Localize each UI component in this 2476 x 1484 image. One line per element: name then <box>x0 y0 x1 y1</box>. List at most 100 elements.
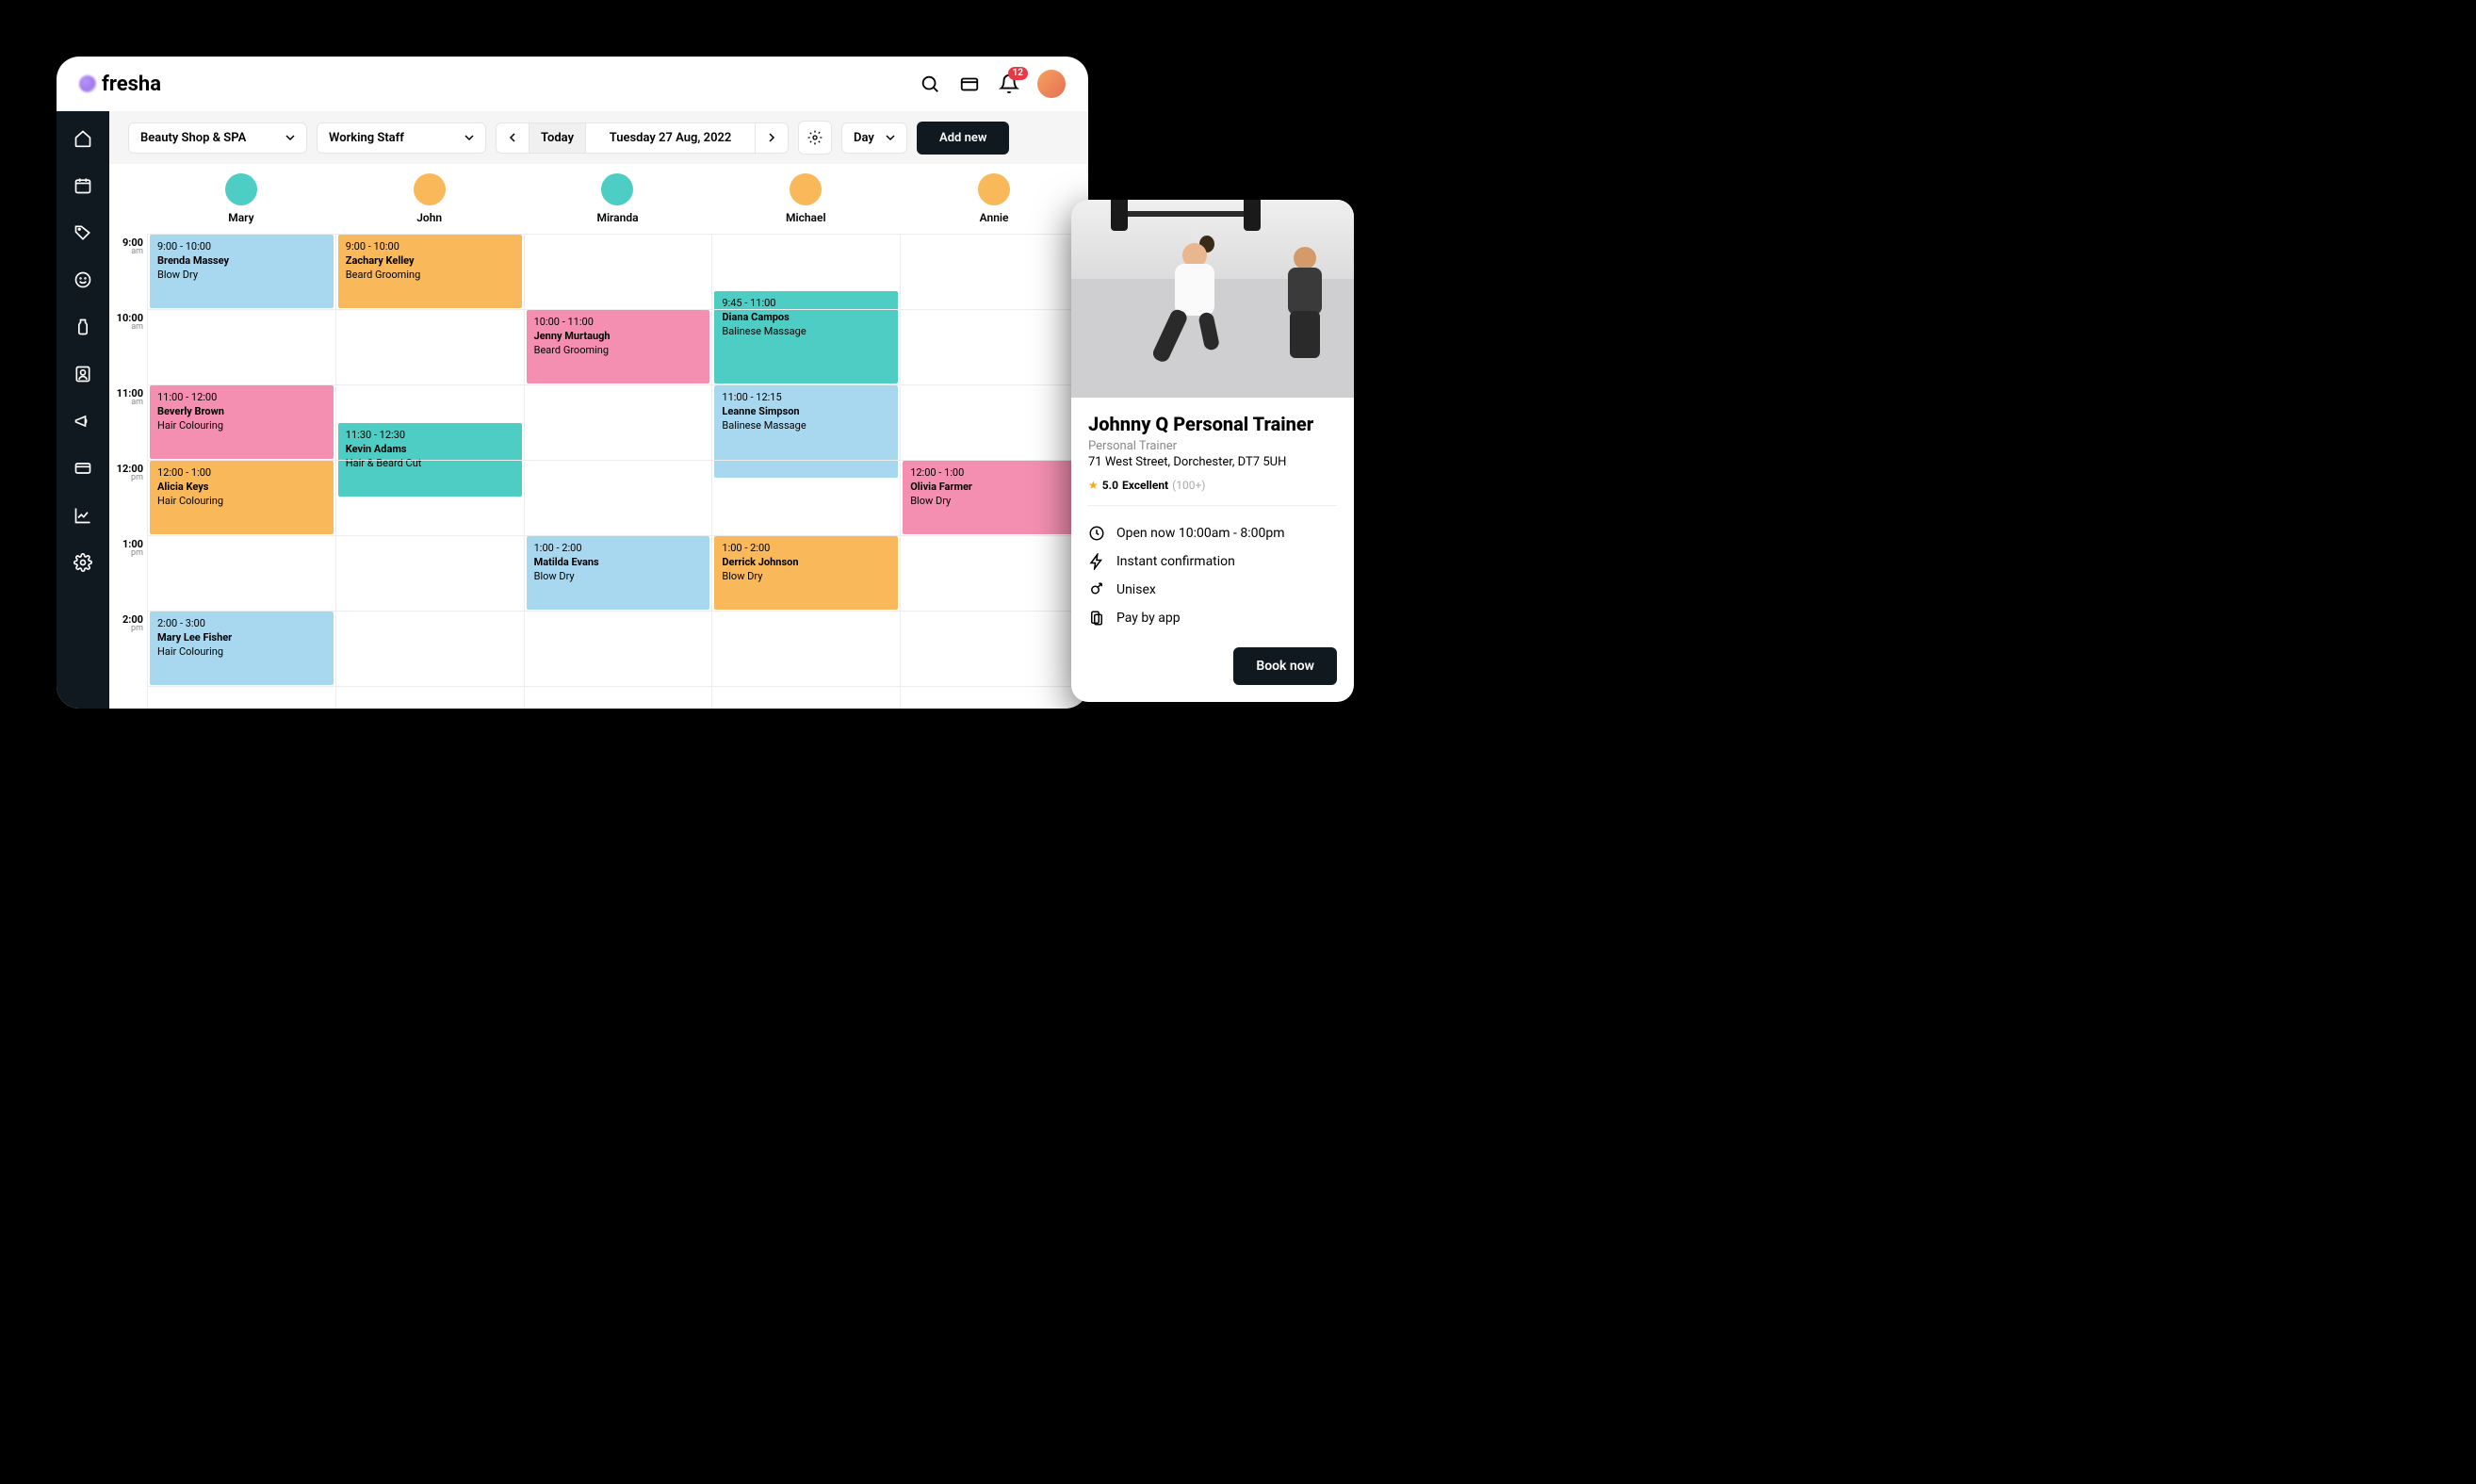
add-new-label: Add new <box>939 131 986 145</box>
chevron-down-icon <box>886 133 895 142</box>
card-rating: ★ 5.0 Excellent (100+) <box>1088 479 1337 492</box>
feature-confirm: Instant confirmation <box>1088 547 1337 576</box>
staff-avatar <box>414 173 446 205</box>
event-time: 1:00 - 2:00 <box>722 542 890 554</box>
event-time: 1:00 - 2:00 <box>534 542 703 554</box>
staff-name: Annie <box>980 211 1009 224</box>
time-label: 1:00pm <box>122 539 143 558</box>
calendar-event[interactable]: 1:00 - 2:00Matilda EvansBlow Dry <box>527 536 710 610</box>
event-client: Alicia Keys <box>157 481 326 493</box>
book-now-button[interactable]: Book now <box>1233 647 1337 685</box>
event-client: Jenny Murtaugh <box>534 330 703 342</box>
event-client: Zachary Kelley <box>346 254 514 267</box>
date-label: Tuesday 27 Aug, 2022 <box>610 131 732 145</box>
hour-line <box>147 686 1088 687</box>
time-column: 9:00am10:00am11:00am12:00pm1:00pm2:00pm <box>109 234 147 709</box>
event-time: 12:00 - 1:00 <box>910 466 1079 479</box>
event-service: Hair Colouring <box>157 645 326 658</box>
sidebar-smile-icon[interactable] <box>73 269 93 290</box>
calendar-event[interactable]: 9:00 - 10:00Brenda MasseyBlow Dry <box>150 235 334 308</box>
today-button[interactable]: Today <box>529 123 586 153</box>
add-new-button[interactable]: Add new <box>917 122 1009 155</box>
time-label: 12:00pm <box>117 464 143 482</box>
gear-icon <box>807 130 823 145</box>
event-time: 11:30 - 12:30 <box>346 429 514 441</box>
staff-header-row: MaryJohnMirandaMichael Annie <box>109 164 1088 234</box>
pay-app-icon <box>1088 610 1105 627</box>
sidebar-chart-icon[interactable] <box>73 505 93 526</box>
event-time: 9:45 - 11:00 <box>722 297 890 309</box>
time-label: 2:00pm <box>122 614 143 633</box>
user-avatar[interactable] <box>1037 70 1066 98</box>
main-window: fresha 12 <box>57 57 1088 709</box>
logo[interactable]: fresha <box>79 73 161 96</box>
feature-hours-text: Open now 10:00am - 8:00pm <box>1116 526 1285 541</box>
prev-day-button[interactable] <box>497 123 529 153</box>
staff-header[interactable]: Mary <box>147 164 335 234</box>
sidebar-home-icon[interactable] <box>73 128 93 149</box>
sidebar-settings-icon[interactable] <box>73 552 93 573</box>
sidebar-bottle-icon[interactable] <box>73 317 93 337</box>
sidebar <box>57 111 109 709</box>
notification-badge: 12 <box>1008 67 1028 80</box>
calendar-column[interactable]: 9:00 - 10:00Brenda MasseyBlow Dry 11:00 -… <box>147 234 335 709</box>
divider <box>1088 505 1337 506</box>
book-now-label: Book now <box>1256 659 1314 674</box>
calendar-event[interactable]: 9:45 - 11:00Diana CamposBalinese Massage <box>714 291 898 383</box>
staff-header[interactable]: Annie <box>900 164 1088 234</box>
sidebar-tag-icon[interactable] <box>73 222 93 243</box>
staff-header[interactable]: Miranda <box>524 164 712 234</box>
star-icon: ★ <box>1088 479 1099 492</box>
feature-confirm-text: Instant confirmation <box>1116 554 1235 569</box>
search-icon[interactable] <box>919 73 941 95</box>
calendar-column[interactable]: 9:45 - 11:00Diana CamposBalinese Massage… <box>711 234 900 709</box>
sidebar-card-icon[interactable] <box>73 458 93 479</box>
calendar-event[interactable]: 9:00 - 10:00Zachary KelleyBeard Grooming <box>338 235 522 308</box>
header-actions: 12 <box>919 70 1066 98</box>
calendar-event[interactable]: 10:00 - 11:00Jenny MurtaughBeard Groomin… <box>527 310 710 383</box>
calendar-column[interactable]: 9:00 - 10:00Zachary KelleyBeard Grooming… <box>335 234 524 709</box>
current-date[interactable]: Tuesday 27 Aug, 2022 <box>586 123 756 153</box>
staff-dropdown[interactable]: Working Staff <box>317 122 486 154</box>
staff-header[interactable]: John <box>335 164 524 234</box>
feature-unisex-text: Unisex <box>1116 582 1156 597</box>
wallet-icon[interactable] <box>958 73 981 95</box>
staff-header[interactable]: Michael <box>711 164 900 234</box>
header: fresha 12 <box>57 57 1088 111</box>
calendar-event[interactable]: 11:00 - 12:15Leanne SimpsonBalinese Mass… <box>714 385 898 478</box>
event-service: Balinese Massage <box>722 325 890 337</box>
hour-line <box>147 535 1088 536</box>
time-label: 10:00am <box>117 313 143 332</box>
card-image <box>1071 200 1354 398</box>
location-dropdown[interactable]: Beauty Shop & SPA <box>128 122 307 154</box>
toolbar: Beauty Shop & SPA Working Staff Today Tu… <box>109 111 1088 164</box>
calendar-event[interactable]: 2:00 - 3:00Mary Lee FisherHair Colouring <box>150 612 334 685</box>
calendar-event[interactable]: 11:00 - 12:00Beverly BrownHair Colouring <box>150 385 334 459</box>
calendar-column[interactable]: 12:00 - 1:00Olivia FarmerBlow Dry <box>900 234 1088 709</box>
calendar-event[interactable]: 12:00 - 1:00Olivia FarmerBlow Dry <box>903 461 1086 534</box>
logo-text: fresha <box>102 73 161 96</box>
next-day-button[interactable] <box>756 123 788 153</box>
location-label: Beauty Shop & SPA <box>140 131 246 145</box>
calendar-event[interactable]: 12:00 - 1:00Alicia KeysHair Colouring <box>150 461 334 534</box>
calendar-settings-button[interactable] <box>798 121 832 155</box>
card-subtitle: Personal Trainer <box>1088 439 1337 453</box>
chevron-left-icon <box>508 133 517 142</box>
sidebar-user-icon[interactable] <box>73 364 93 384</box>
hour-line <box>147 611 1088 612</box>
staff-filter-label: Working Staff <box>329 131 404 145</box>
calendar: MaryJohnMirandaMichaelAnnie 9:00am10:00a… <box>109 164 1088 709</box>
calendar-event[interactable]: 1:00 - 2:00Derrick JohnsonBlow Dry <box>714 536 898 610</box>
sidebar-calendar-icon[interactable] <box>73 175 93 196</box>
event-time: 2:00 - 3:00 <box>157 617 326 629</box>
sidebar-megaphone-icon[interactable] <box>73 411 93 432</box>
card-address: 71 West Street, Dorchester, DT7 5UH <box>1088 455 1337 469</box>
notifications-icon[interactable]: 12 <box>998 73 1020 95</box>
view-dropdown[interactable]: Day <box>841 122 907 154</box>
event-client: Brenda Massey <box>157 254 326 267</box>
main-content: Beauty Shop & SPA Working Staff Today Tu… <box>109 111 1088 709</box>
unisex-icon <box>1088 581 1105 598</box>
calendar-column[interactable]: 10:00 - 11:00Jenny MurtaughBeard Groomin… <box>524 234 712 709</box>
event-client: Kevin Adams <box>346 443 514 455</box>
card-title: Johnny Q Personal Trainer <box>1088 413 1337 435</box>
